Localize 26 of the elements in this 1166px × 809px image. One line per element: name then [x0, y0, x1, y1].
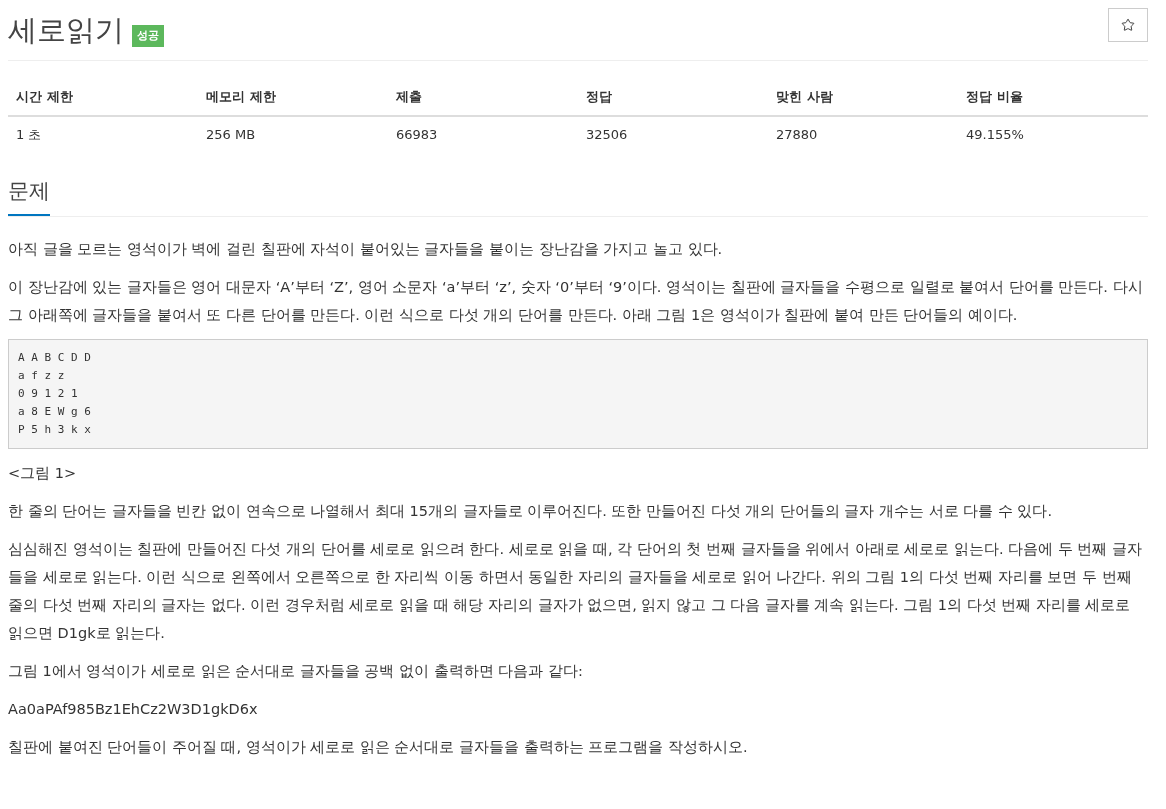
table-header: 정답 비율	[958, 79, 1148, 116]
paragraph-text: 이 장난감에 있는 글자들은 영어 대문자 ‘A’부터 ‘Z’, 영어 소문자 ‘a’부터 ‘z’, 숫자 ‘0’부터 ‘9’이다. 영석이는 칠판에 글자들을 수평으로 일렬로 붙여서 단어를 만든다. 다시 그 아래쪽에 글자들을 붙여서 또 다른 단어를 만든다. 이런 식으로 다섯 개의 단어를 만든다. 아래 그림 1은 영석이가 칠판에 붙여 만든 단어들의 예이다.	[8, 277, 1144, 325]
section-heading: 문제	[8, 176, 50, 216]
status-badge: 성공	[132, 24, 164, 47]
table-cell: 66983	[388, 115, 578, 152]
table-cell: 1 초	[8, 115, 198, 152]
table-header: 시간 제한	[8, 79, 198, 116]
table-cell: 32506	[578, 115, 768, 152]
code-block: A A B C D D a f z z 0 9 1 2 1 a 8 E W g 6 P 5 h 3 k x	[8, 338, 1148, 449]
table-cell: 256 MB	[198, 115, 388, 152]
paragraph-text: Aa0aPAf985Bz1EhCz2W3D1gkD6x	[8, 699, 259, 719]
paragraph-text: 아직 글을 모르는 영석이가 벽에 걸린 칠판에 자석이 붙어있는 글자들을 붙이는 장난감을 가지고 놀고 있다.	[8, 239, 724, 259]
page-title: 세로읽기	[8, 12, 124, 48]
paragraph-text: 그림 1에서 영석이가 세로로 읽은 순서대로 글자들을 공백 없이 출력하면 다음과 같다:	[8, 661, 584, 681]
table-header: 메모리 제한	[198, 79, 388, 116]
table-header: 제출	[388, 79, 578, 116]
table-header: 정답	[578, 79, 768, 116]
paragraph-text: 심심해진 영석이는 칠판에 만들어진 다섯 개의 단어를 세로로 읽으려 한다. 세로로 읽을 때, 각 단어의 첫 번째 글자들을 위에서 아래로 세로로 읽는다. 다음에 두 번째 글자들을 세로로 읽는다. 이런 식으로 왼쪽에서 오른쪽으로 한 자리씩 이동 하면서 동일한 자리의 글자들을 세로로 읽어 나간다. 위의 그림 1의 다섯 번째 자리를 보면 두 번째 줄의 다섯 번째 자리의 글자는 없다. 이런 경우처럼 세로로 읽을 때 해당 자리의 글자가 없으면, 읽지 않고 그 다음 글자를 계속 읽는다. 그림 1의 다섯 번째 자리를 세로로 읽으면 D1gk로 읽는다.	[8, 539, 1144, 643]
table-cell: 27880	[768, 115, 958, 152]
paragraph-text: <그림 1>	[8, 463, 78, 483]
paragraph-text: 칠판에 붙여진 단어들이 주어질 때, 영석이가 세로로 읽은 순서대로 글자들을 출력하는 프로그램을 작성하시오.	[8, 737, 749, 757]
table-header: 맞힌 사람	[768, 79, 958, 116]
paragraph-text: 한 줄의 단어는 글자들을 빈칸 없이 연속으로 나열해서 최대 15개의 글자들로 이루어진다. 또한 만들어진 다섯 개의 단어들의 글자 개수는 서로 다를 수 있다.	[8, 501, 1054, 521]
table-cell: 49.155%	[958, 115, 1148, 152]
star-button[interactable]	[1108, 8, 1148, 42]
star-icon	[1121, 18, 1135, 32]
